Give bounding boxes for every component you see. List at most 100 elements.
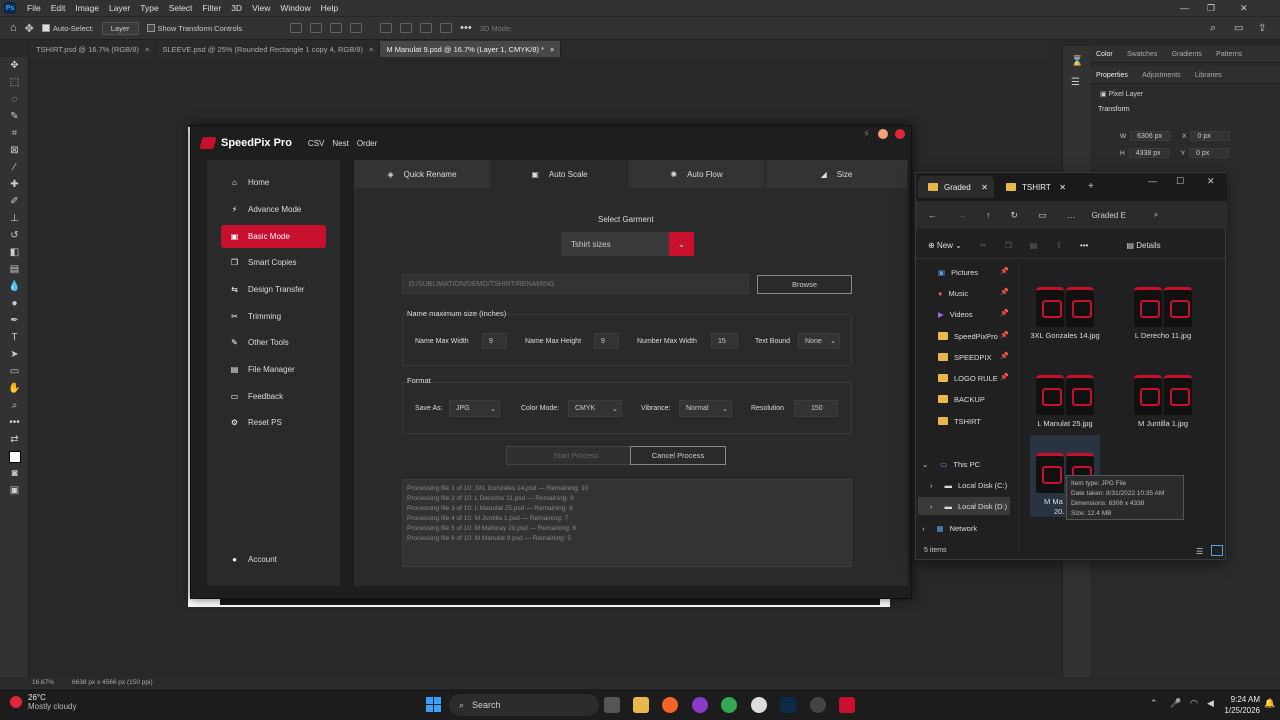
tree-music[interactable]: ● Music bbox=[938, 284, 968, 302]
close-icon[interactable]: ✕ bbox=[1207, 176, 1215, 187]
nav-reset-ps[interactable]: ⚙ Reset PS bbox=[221, 411, 326, 434]
more-tools-icon[interactable]: ••• bbox=[0, 414, 29, 431]
move-tool-icon[interactable]: ✥ bbox=[25, 22, 34, 35]
large-icons-view-icon[interactable] bbox=[1211, 545, 1223, 556]
speedpix-icon[interactable] bbox=[839, 697, 855, 713]
menu-file[interactable]: File bbox=[22, 3, 46, 13]
lightning-icon[interactable]: ⚡ bbox=[863, 129, 873, 140]
pin-icon[interactable]: 📌 bbox=[1000, 267, 1009, 275]
tree-network[interactable]: › ▦ Network bbox=[922, 519, 977, 537]
history-icon[interactable]: ⌛ bbox=[1071, 56, 1083, 67]
tree-speedpixpro[interactable]: SpeedPixPro bbox=[938, 327, 998, 345]
minimize-icon[interactable]: — bbox=[1180, 0, 1189, 16]
menu-filter[interactable]: Filter bbox=[197, 3, 226, 13]
distribute-vertical-icon[interactable] bbox=[440, 23, 453, 33]
tree-local-disk-c[interactable]: › ▬ Local Disk (C:) bbox=[930, 476, 1007, 494]
cut-icon[interactable]: ✂ bbox=[980, 241, 987, 250]
menu-edit[interactable]: Edit bbox=[46, 3, 71, 13]
align-right-icon[interactable] bbox=[330, 23, 343, 33]
close-icon[interactable]: ✕ bbox=[1059, 183, 1066, 192]
tab-auto-scale[interactable]: ▣ Auto Scale bbox=[492, 160, 628, 188]
menu-select[interactable]: Select bbox=[164, 3, 198, 13]
foreground-color-swatch[interactable] bbox=[0, 448, 29, 465]
tab-properties[interactable]: Properties bbox=[1090, 67, 1134, 84]
tab-auto-flow[interactable]: ✺ Auto Flow bbox=[629, 160, 765, 188]
close-icon[interactable]: ✕ bbox=[981, 183, 988, 192]
pin-icon[interactable]: 📌 bbox=[1000, 331, 1009, 339]
marquee-tool-icon[interactable]: ⬚ bbox=[0, 74, 29, 91]
nav-file-manager[interactable]: ▤ File Manager bbox=[221, 358, 326, 381]
notification-icon[interactable]: 🔔 bbox=[1264, 698, 1275, 709]
align-center-icon[interactable] bbox=[310, 23, 323, 33]
nav-advance-mode[interactable]: ⚡ Advance Mode bbox=[221, 198, 326, 221]
align-top-icon[interactable] bbox=[380, 23, 393, 33]
tab-tshirt[interactable]: TSHIRT ✕ bbox=[996, 176, 1072, 198]
search-icon[interactable]: ⌕ bbox=[1154, 210, 1158, 220]
tab-quick-rename[interactable]: ◈ Quick Rename bbox=[354, 160, 491, 188]
minimize-button[interactable] bbox=[878, 129, 888, 139]
tree-tshirt[interactable]: TSHIRT bbox=[938, 412, 981, 430]
tree-local-disk-d[interactable]: › ▬ Local Disk (D:) bbox=[918, 497, 1010, 515]
healing-tool-icon[interactable]: ✚ bbox=[0, 176, 29, 193]
new-button[interactable]: ⊕ New ⌄ bbox=[928, 241, 962, 250]
nav-other-tools[interactable]: ✎ Other Tools bbox=[221, 331, 326, 354]
stamp-tool-icon[interactable]: ⊥ bbox=[0, 210, 29, 227]
nav-account[interactable]: ● Account bbox=[221, 548, 326, 571]
path-input[interactable]: D:/SUBLIMATION/DEMO/TSHIRT/RENAMING bbox=[402, 274, 749, 294]
close-icon[interactable]: ✕ bbox=[1240, 0, 1248, 16]
menu-type[interactable]: Type bbox=[135, 3, 163, 13]
path-select-icon[interactable]: ➤ bbox=[0, 346, 29, 363]
layer-dropdown[interactable]: Layer bbox=[101, 21, 139, 35]
align-bottom-icon[interactable] bbox=[420, 23, 433, 33]
hand-tool-icon[interactable]: ✋ bbox=[0, 380, 29, 397]
browse-button[interactable]: Browse bbox=[757, 275, 852, 294]
show-transform-checkbox[interactable] bbox=[146, 24, 155, 32]
start-process-button[interactable]: Start Process bbox=[506, 446, 646, 465]
doc-tab-manulat[interactable]: M Manulat 9.psd @ 16.7% (Layer 1, CMYK/8… bbox=[380, 41, 562, 57]
brave-icon[interactable] bbox=[662, 697, 678, 713]
minimize-icon[interactable]: — bbox=[1148, 176, 1157, 186]
doc-tab-sleeve[interactable]: SLEEVE.psd @ 25% (Rounded Rectangle 1 co… bbox=[156, 41, 381, 57]
auto-select-checkbox[interactable] bbox=[41, 24, 50, 32]
close-icon[interactable]: × bbox=[145, 45, 149, 54]
back-icon[interactable]: ← bbox=[928, 210, 937, 220]
shape-tool-icon[interactable]: ▭ bbox=[0, 363, 29, 380]
tab-adjustments[interactable]: Adjustments bbox=[1136, 67, 1187, 84]
screen-mode-icon[interactable]: ▣ bbox=[0, 482, 29, 499]
wifi-icon[interactable]: ◠ bbox=[1190, 698, 1198, 709]
search-icon[interactable]: ⌕ bbox=[1210, 22, 1216, 35]
pin-icon[interactable]: 📌 bbox=[1000, 288, 1009, 296]
details-view-icon[interactable]: ☰ bbox=[1196, 547, 1203, 556]
lasso-tool-icon[interactable]: ◌ bbox=[0, 91, 29, 108]
frame-tool-icon[interactable]: ⊠ bbox=[0, 142, 29, 159]
resolution-input[interactable]: 150 bbox=[794, 400, 838, 417]
app-icon[interactable] bbox=[810, 697, 826, 713]
menu-csv[interactable]: CSV bbox=[308, 139, 324, 148]
nav-design-transfer[interactable]: ⇆ Design Transfer bbox=[221, 278, 326, 301]
gradient-tool-icon[interactable]: ▤ bbox=[0, 261, 29, 278]
menu-order[interactable]: Order bbox=[357, 139, 377, 148]
app-icon[interactable] bbox=[751, 697, 767, 713]
x-field[interactable]: 0 px bbox=[1190, 131, 1231, 141]
path-segment[interactable]: Graded E bbox=[1092, 211, 1126, 220]
menu-help[interactable]: Help bbox=[316, 3, 343, 13]
blur-tool-icon[interactable]: 💧 bbox=[0, 278, 29, 295]
monitor-icon[interactable]: ▭ bbox=[1038, 210, 1047, 221]
swap-colors-icon[interactable]: ⇄ bbox=[0, 431, 29, 448]
file-name[interactable]: M Ma 20. bbox=[1044, 497, 1064, 517]
close-icon[interactable]: × bbox=[550, 45, 554, 54]
crop-tool-icon[interactable]: ⌗ bbox=[0, 125, 29, 142]
move-tool-icon[interactable]: ✥ bbox=[0, 57, 29, 74]
height-field[interactable]: 4338 px bbox=[1128, 148, 1169, 158]
cancel-process-button[interactable]: Cancel Process bbox=[630, 446, 726, 465]
start-icon[interactable] bbox=[426, 697, 441, 712]
task-view-icon[interactable] bbox=[604, 697, 620, 713]
properties-icon[interactable]: ☰ bbox=[1071, 77, 1082, 88]
menu-image[interactable]: Image bbox=[70, 3, 104, 13]
tab-patterns[interactable]: Patterns bbox=[1210, 46, 1248, 63]
tab-gradients[interactable]: Gradients bbox=[1166, 46, 1208, 63]
file-thumbnail[interactable] bbox=[1132, 285, 1194, 329]
tab-libraries[interactable]: Libraries bbox=[1189, 67, 1228, 84]
align-left-icon[interactable] bbox=[290, 23, 303, 33]
nav-smart-copies[interactable]: ❐ Smart Copies bbox=[221, 251, 326, 274]
